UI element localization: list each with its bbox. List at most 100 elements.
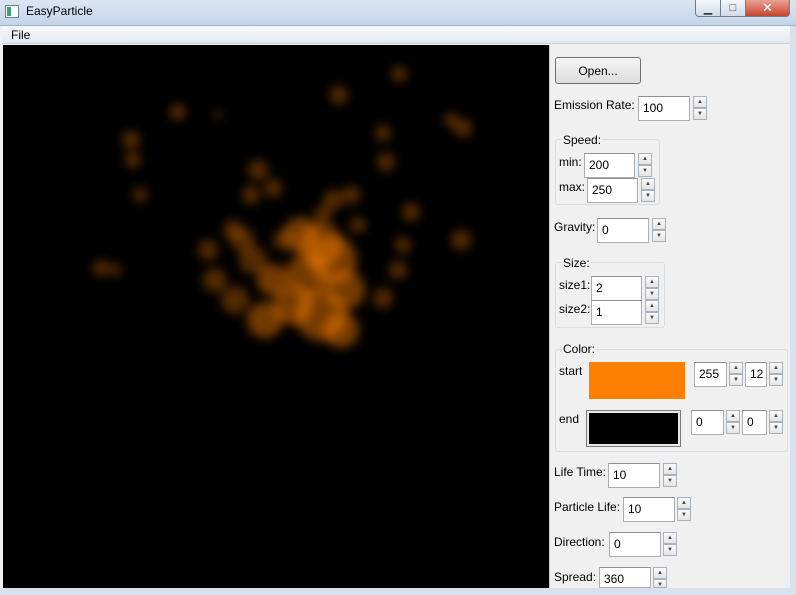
direction-input[interactable]: 0 xyxy=(609,532,661,557)
life-time-spinner[interactable]: ▲ ▼ xyxy=(663,463,677,487)
particle xyxy=(342,186,360,204)
spin-down-icon[interactable]: ▼ xyxy=(645,288,659,300)
spin-up-icon[interactable]: ▲ xyxy=(641,178,655,190)
spin-up-icon[interactable]: ▲ xyxy=(726,410,740,422)
start-color-value-1[interactable]: 255 xyxy=(694,362,727,387)
end-color-swatch[interactable] xyxy=(586,410,681,447)
spread-input[interactable]: 360 xyxy=(599,567,651,588)
menu-file[interactable]: File xyxy=(11,28,30,42)
speed-min-input[interactable]: 200 xyxy=(584,153,635,178)
spin-down-icon[interactable]: ▼ xyxy=(645,312,659,324)
close-icon: ✕ xyxy=(762,0,773,15)
spin-down-icon[interactable]: ▼ xyxy=(769,422,783,434)
particle xyxy=(198,240,218,260)
spin-down-icon[interactable]: ▼ xyxy=(693,108,707,120)
gravity-label: Gravity: xyxy=(554,220,596,234)
speed-title: Speed: xyxy=(562,133,603,147)
spin-down-icon[interactable]: ▼ xyxy=(729,374,743,386)
spread-spinner[interactable]: ▲ ▼ xyxy=(653,567,667,588)
size2-input[interactable]: 1 xyxy=(591,300,642,325)
spin-down-icon[interactable]: ▼ xyxy=(663,544,677,556)
spin-down-icon[interactable]: ▼ xyxy=(653,579,667,588)
spin-down-icon[interactable]: ▼ xyxy=(726,422,740,434)
speed-max-input[interactable]: 250 xyxy=(587,178,638,203)
spin-up-icon[interactable]: ▲ xyxy=(729,362,743,374)
particle-life-input[interactable]: 10 xyxy=(623,497,675,522)
close-button[interactable]: ✕ xyxy=(746,0,790,17)
spin-up-icon[interactable]: ▲ xyxy=(645,300,659,312)
window-border-right xyxy=(790,26,796,595)
particle xyxy=(122,131,140,149)
particle xyxy=(203,268,227,292)
particle xyxy=(330,86,348,104)
particle xyxy=(242,186,260,204)
spin-down-icon[interactable]: ▼ xyxy=(641,190,655,202)
spin-down-icon[interactable]: ▼ xyxy=(769,374,783,386)
size2-spinner[interactable]: ▲ ▼ xyxy=(645,300,659,324)
particle xyxy=(377,153,395,171)
start-color-swatch[interactable] xyxy=(589,362,685,399)
size1-spinner[interactable]: ▲ ▼ xyxy=(645,276,659,300)
emission-rate-spinner[interactable]: ▲ ▼ xyxy=(693,96,707,120)
speed-max-label: max: xyxy=(559,180,586,194)
spin-down-icon[interactable]: ▼ xyxy=(638,165,652,177)
particle xyxy=(389,261,407,279)
end-color-spinner-1[interactable]: ▲ ▼ xyxy=(726,410,740,434)
particle xyxy=(314,206,332,224)
speed-max-spinner[interactable]: ▲ ▼ xyxy=(641,178,655,202)
particle xyxy=(109,264,121,276)
spin-up-icon[interactable]: ▲ xyxy=(769,410,783,422)
particle xyxy=(391,66,407,82)
gravity-input[interactable]: 0 xyxy=(597,218,649,243)
window-border-bottom xyxy=(0,588,796,595)
gravity-spinner[interactable]: ▲ ▼ xyxy=(652,218,666,242)
end-color-value-2[interactable]: 0 xyxy=(742,410,767,435)
direction-spinner[interactable]: ▲ ▼ xyxy=(663,532,677,556)
window-controls: ▁ □ ✕ xyxy=(695,0,790,18)
spin-up-icon[interactable]: ▲ xyxy=(677,497,691,509)
spin-up-icon[interactable]: ▲ xyxy=(663,532,677,544)
maximize-button[interactable]: □ xyxy=(721,0,746,17)
size1-input[interactable]: 2 xyxy=(591,276,642,301)
speed-min-label: min: xyxy=(559,155,582,169)
start-color-spinner-2[interactable]: ▲ ▼ xyxy=(769,362,783,386)
open-button[interactable]: Open... xyxy=(555,57,641,84)
particle-canvas[interactable] xyxy=(3,45,549,588)
particle xyxy=(402,203,420,221)
size1-label: size1: xyxy=(559,278,591,292)
start-color-spinner-1[interactable]: ▲ ▼ xyxy=(729,362,743,386)
particle xyxy=(323,312,359,348)
particle xyxy=(248,160,268,180)
particle xyxy=(133,188,147,202)
spin-up-icon[interactable]: ▲ xyxy=(693,96,707,108)
app-icon xyxy=(5,5,19,18)
direction-label: Direction: xyxy=(554,535,605,549)
window-title: EasyParticle xyxy=(26,4,93,18)
spread-label: Spread: xyxy=(554,570,597,584)
particle-life-spinner[interactable]: ▲ ▼ xyxy=(677,497,691,521)
start-color-value-2[interactable]: 12 xyxy=(745,362,767,387)
spin-up-icon[interactable]: ▲ xyxy=(652,218,666,230)
particle xyxy=(273,230,293,250)
spin-down-icon[interactable]: ▼ xyxy=(663,475,677,487)
color-start-label: start xyxy=(559,364,583,378)
particle xyxy=(264,179,282,197)
life-time-input[interactable]: 10 xyxy=(608,463,660,488)
spin-down-icon[interactable]: ▼ xyxy=(677,509,691,521)
end-color-value-1[interactable]: 0 xyxy=(691,410,724,435)
emission-rate-input[interactable]: 100 xyxy=(638,96,690,121)
speed-min-spinner[interactable]: ▲ ▼ xyxy=(638,153,652,177)
spin-up-icon[interactable]: ▲ xyxy=(638,153,652,165)
size2-label: size2: xyxy=(559,302,591,316)
spin-up-icon[interactable]: ▲ xyxy=(769,362,783,374)
end-color-spinner-2[interactable]: ▲ ▼ xyxy=(769,410,783,434)
minimize-button[interactable]: ▁ xyxy=(695,0,721,17)
spin-up-icon[interactable]: ▲ xyxy=(663,463,677,475)
particle xyxy=(221,286,249,314)
spin-down-icon[interactable]: ▼ xyxy=(652,230,666,242)
spin-up-icon[interactable]: ▲ xyxy=(645,276,659,288)
life-time-label: Life Time: xyxy=(554,465,607,479)
particle xyxy=(93,260,109,276)
spin-up-icon[interactable]: ▲ xyxy=(653,567,667,579)
control-panel: Open... Emission Rate: 100 ▲ ▼ Speed: mi… xyxy=(549,45,790,588)
